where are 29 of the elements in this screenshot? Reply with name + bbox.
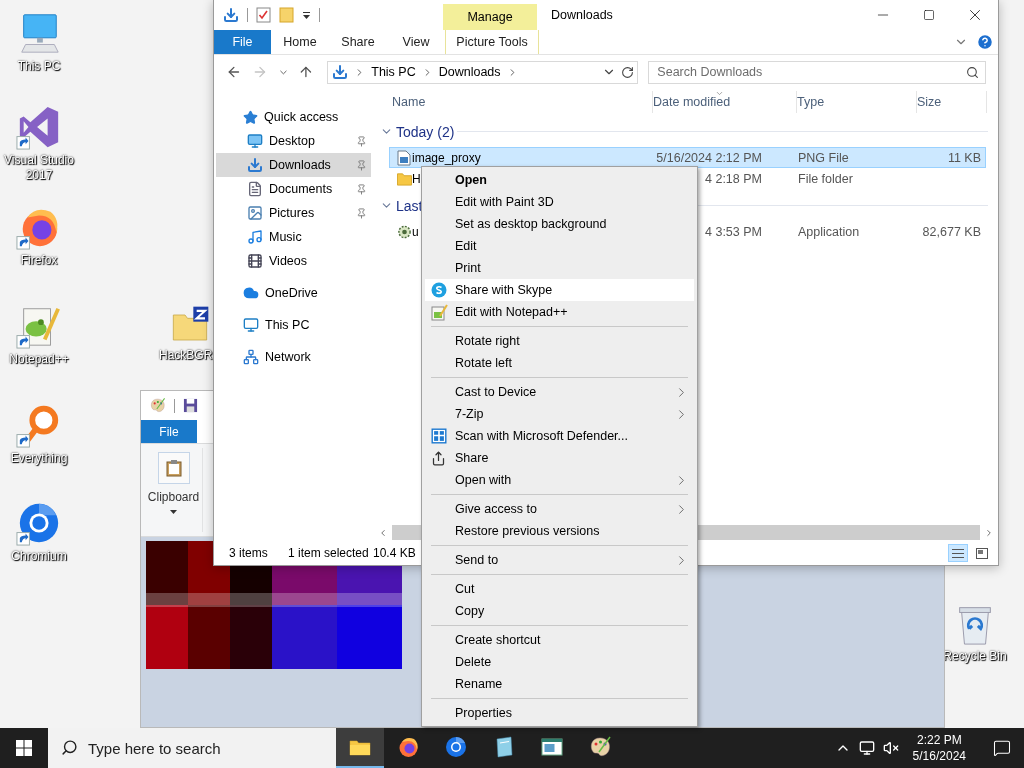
nav-label: Videos [269, 254, 307, 268]
status-text: 3 items [229, 546, 269, 560]
context-tab-header: Manage [443, 4, 537, 30]
type-cell: File folder [798, 171, 853, 186]
nav-label: Documents [269, 182, 333, 196]
nav-label: Music [269, 230, 302, 244]
nav-label: Pictures [269, 206, 315, 220]
date-cell: 4 3:53 PM [705, 224, 762, 239]
type-cell: PNG File [798, 150, 849, 165]
nav-label: Quick access [264, 110, 339, 124]
window-title: Downloads [551, 8, 614, 22]
date-cell: 5/16/2024 2:12 PM [656, 150, 762, 165]
group-label: Clipboard [147, 490, 200, 504]
file-name: H [412, 171, 421, 186]
nav-label: This PC [265, 318, 310, 332]
date-text: 5/16/2024 [912, 748, 966, 764]
file-name: image_proxy [412, 150, 481, 165]
nav-label: Downloads [269, 158, 331, 172]
status-text: 10.4 KB [373, 546, 417, 560]
date-cell: 4 2:18 PM [705, 171, 762, 186]
file-name: u [412, 224, 419, 239]
type-cell: Application [798, 224, 860, 239]
nav-label: OneDrive [265, 286, 318, 300]
time-text: 2:22 PM [916, 732, 962, 748]
nav-label: Desktop [269, 134, 315, 148]
nav-label: Network [265, 350, 311, 364]
status-text: 1 item selected [288, 546, 370, 560]
size-cell: 11 KB [947, 150, 981, 165]
size-cell: 82,677 KB [922, 224, 981, 239]
